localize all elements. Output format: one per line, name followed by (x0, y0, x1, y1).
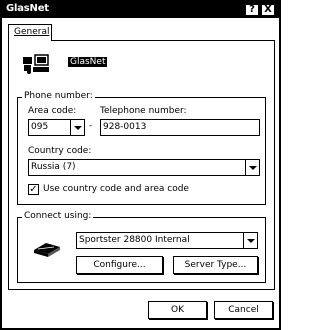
use-country-code-checkbox[interactable]: ✓ (28, 184, 39, 195)
tab-general-label: General (14, 27, 50, 37)
modem-device-combobox[interactable]: Sportster 28800 Internal (76, 232, 258, 249)
general-panel: GlasNet Phone number: Area code: 095 - T… (8, 40, 275, 290)
title-bar[interactable]: GlasNet ? X (2, 2, 279, 18)
ok-button[interactable]: OK (148, 301, 207, 319)
tab-general[interactable]: General (8, 24, 52, 41)
modem-device-value: Sportster 28800 Internal (79, 235, 190, 245)
configure-button[interactable]: Configure... (76, 256, 163, 274)
area-code-value: 095 (31, 122, 49, 132)
cancel-button[interactable]: Cancel (214, 301, 273, 319)
use-country-code-label[interactable]: Use country code and area code (43, 184, 189, 194)
phone-connection-icon (23, 54, 49, 74)
help-button[interactable]: ? (245, 4, 259, 16)
phone-number-group: Phone number: Area code: 095 - Telephone… (17, 91, 266, 205)
area-code-label: Area code: (28, 106, 77, 116)
dash-separator: - (89, 121, 93, 131)
close-button[interactable]: X (261, 4, 275, 16)
phone-number-group-title: Phone number: (22, 91, 95, 101)
telephone-label: Telephone number: (100, 106, 187, 116)
connect-using-group-title: Connect using: (22, 211, 94, 221)
connection-name: GlasNet (68, 57, 108, 67)
area-code-dropdown-icon[interactable] (70, 120, 84, 135)
country-code-dropdown-icon[interactable] (245, 160, 259, 175)
window-title: GlasNet (6, 3, 49, 14)
country-code-combobox[interactable]: Russia (7) (28, 159, 260, 176)
server-type-button[interactable]: Server Type... (173, 256, 258, 274)
area-code-combobox[interactable]: 095 (28, 119, 85, 136)
connect-using-group: Connect using: Sportster 28800 Internal … (17, 211, 266, 283)
telephone-field[interactable]: 928-0013 (100, 119, 260, 136)
modem-icon (34, 243, 60, 257)
country-code-value: Russia (7) (31, 162, 76, 172)
dialog-window: GlasNet ? X General GlasNet Phone number… (0, 0, 281, 330)
modem-device-dropdown-icon[interactable] (243, 233, 257, 248)
telephone-value: 928-0013 (103, 122, 147, 132)
country-code-label: Country code: (28, 146, 92, 156)
